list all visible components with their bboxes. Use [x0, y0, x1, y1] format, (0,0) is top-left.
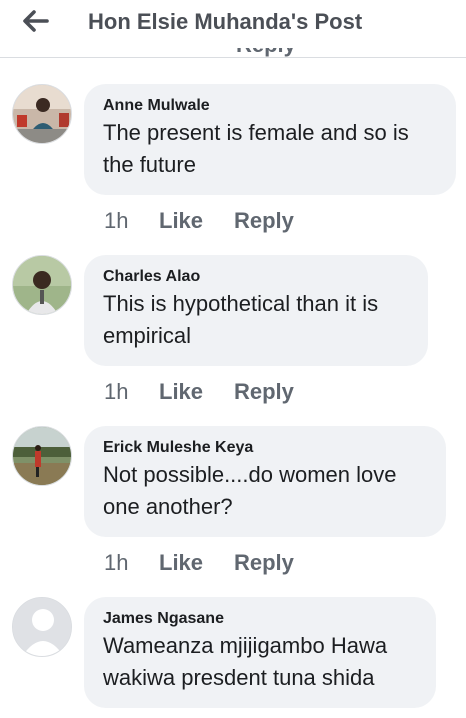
comment-text: The present is female and so is the futu… [103, 120, 409, 177]
like-button[interactable]: Like [159, 550, 234, 576]
avatar[interactable] [12, 255, 72, 315]
comment-actions: 1h Like Reply [104, 206, 294, 236]
avatar[interactable] [12, 426, 72, 486]
like-button[interactable]: Like [159, 208, 234, 234]
comment-text: This is hypothetical than it is empirica… [103, 291, 379, 348]
comment-timestamp[interactable]: 1h [104, 379, 159, 405]
partial-reply-text: Reply [236, 48, 296, 60]
comment-author[interactable]: Erick Muleshe Keya [103, 438, 427, 458]
comment-author[interactable]: Charles Alao [103, 267, 409, 287]
comment-author[interactable]: James Ngasane [103, 609, 417, 629]
avatar-photo [13, 427, 71, 485]
comment-timestamp[interactable]: 1h [104, 550, 159, 576]
comment-bubble[interactable]: Anne Mulwale The present is female and s… [84, 84, 456, 195]
reply-button[interactable]: Reply [234, 379, 294, 405]
comment-timestamp[interactable]: 1h [104, 208, 159, 234]
comment-text: Not possible....do women love one anothe… [103, 462, 397, 519]
comment-bubble[interactable]: James Ngasane Wameanza mjijigambo Hawa w… [84, 597, 436, 708]
avatar[interactable] [12, 597, 72, 657]
avatar-photo [13, 256, 71, 314]
reply-button[interactable]: Reply [234, 208, 294, 234]
default-avatar-icon [13, 598, 71, 656]
arrow-left-icon [23, 10, 49, 32]
comment-author[interactable]: Anne Mulwale [103, 96, 437, 116]
comment-bubble[interactable]: Erick Muleshe Keya Not possible....do wo… [84, 426, 446, 537]
avatar[interactable] [12, 84, 72, 144]
like-button[interactable]: Like [159, 379, 234, 405]
back-button[interactable] [18, 6, 54, 36]
comment-actions: 1h Like Reply [104, 548, 294, 578]
reply-button[interactable]: Reply [234, 550, 294, 576]
comment-bubble[interactable]: Charles Alao This is hypothetical than i… [84, 255, 428, 366]
avatar-photo [13, 85, 71, 143]
comment-text: Wameanza mjijigambo Hawa wakiwa presdent… [103, 633, 388, 690]
page-title: Hon Elsie Muhanda's Post [88, 9, 363, 34]
comment-actions: 1h Like Reply [104, 377, 294, 407]
top-bar: Hon Elsie Muhanda's Post [0, 0, 466, 58]
